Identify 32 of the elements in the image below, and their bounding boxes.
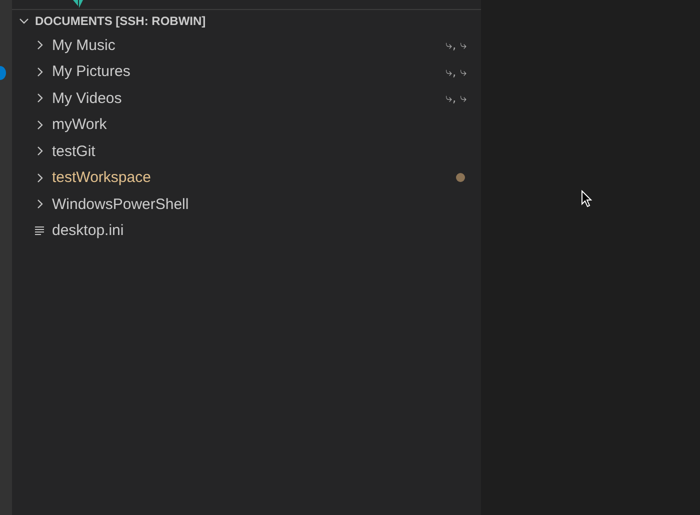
text-lines-icon	[35, 226, 45, 236]
symlink-decoration: ⤷, ⤷	[445, 64, 467, 79]
chevron-icon	[35, 172, 45, 184]
tree-item[interactable]: My Pictures ⤷, ⤷	[12, 58, 481, 85]
tree-item[interactable]: WindowsPowerShell	[12, 191, 481, 218]
chevron-icon	[35, 92, 45, 104]
chevron-icon	[35, 145, 45, 158]
item-name: myWork	[52, 116, 108, 134]
tree-item[interactable]: desktop.ini	[12, 218, 481, 244]
item-name: testWorkspace	[52, 169, 152, 186]
section-title: DOCUMENTS [SSH: ROBWIN]	[35, 14, 206, 28]
modified-dot	[456, 173, 465, 182]
chevron-icon	[35, 39, 45, 52]
chevron-icon	[35, 66, 45, 78]
item-name: desktop.ini	[52, 222, 125, 240]
leaf-icon	[72, 0, 84, 8]
tree-item[interactable]: myWork	[12, 112, 481, 138]
chevron-icon	[35, 198, 45, 210]
item-name: My Pictures	[52, 63, 132, 80]
item-name: testGit	[52, 142, 96, 160]
tree-item[interactable]: My Videos ⤷, ⤷	[12, 85, 481, 112]
symlink-decoration: ⤷, ⤷	[445, 91, 467, 106]
item-name: WindowsPowerShell	[52, 196, 190, 213]
item-name: My Music	[52, 36, 116, 54]
chevron-icon	[35, 118, 45, 131]
symlink-decoration: ⤷, ⤷	[445, 38, 467, 52]
mouse-pointer-icon	[581, 190, 593, 208]
tree-item[interactable]: testWorkspace	[12, 164, 481, 191]
section-header[interactable]: DOCUMENTS [SSH: ROBWIN]	[12, 9, 481, 32]
tree-item[interactable]: testGit	[12, 138, 481, 164]
item-name: My Videos	[52, 90, 123, 107]
tree-item[interactable]: My Music ⤷, ⤷	[12, 32, 481, 58]
